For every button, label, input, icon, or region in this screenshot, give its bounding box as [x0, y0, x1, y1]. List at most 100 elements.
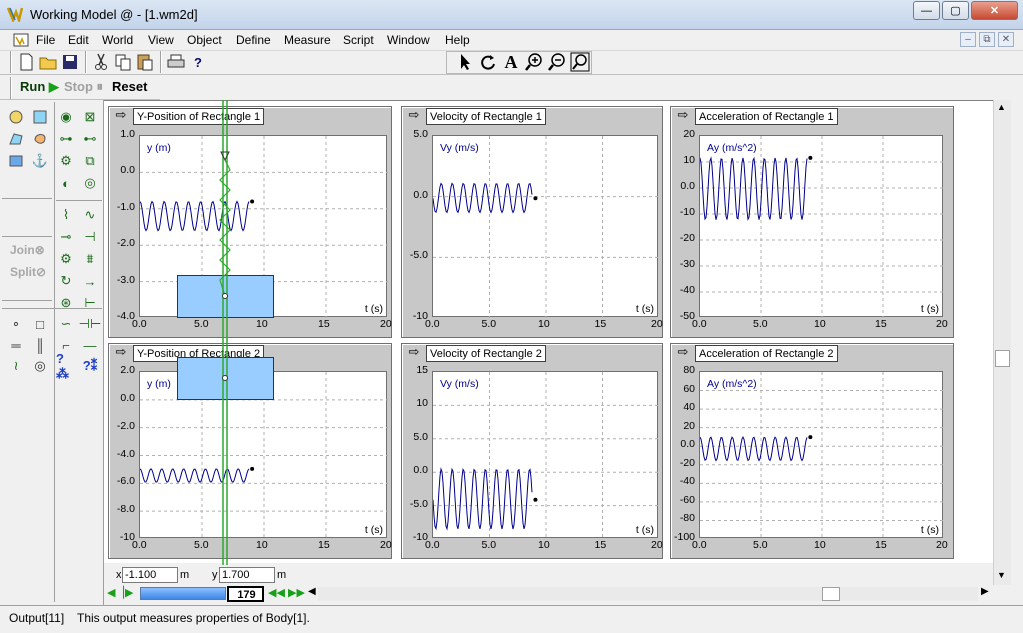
reset-button[interactable]: Reset [112, 79, 147, 94]
meter-arrow-icon[interactable]: ⇨ [112, 108, 130, 123]
polygon-tool-icon[interactable] [6, 130, 26, 148]
meter-arrow-icon[interactable]: ⇨ [674, 108, 692, 123]
mdi-close-button[interactable]: ✕ [998, 32, 1014, 47]
maximize-button[interactable]: ▢ [942, 1, 969, 20]
actuator-icon[interactable]: ⊛ [56, 294, 76, 312]
document-icon[interactable] [13, 33, 29, 47]
motor-joint-icon[interactable]: ◎ [80, 174, 100, 192]
scroll-up-icon[interactable]: ▲ [997, 102, 1006, 112]
rope-icon[interactable]: ⊸ [56, 228, 76, 246]
damper-icon[interactable]: ∿ [80, 206, 100, 224]
scroll-down-icon[interactable]: ▼ [997, 570, 1006, 580]
cut-icon[interactable] [89, 51, 113, 73]
point-element-icon[interactable]: ◉ [56, 108, 76, 126]
vertical-scrollbar[interactable]: ▲ ▼ [993, 100, 1011, 585]
wave-slot-icon[interactable]: ≀ [6, 357, 26, 375]
tape-forward-icon[interactable]: ▶▶ [288, 586, 305, 599]
zoom-fit-icon[interactable] [568, 51, 592, 73]
spring-elements[interactable] [210, 100, 240, 565]
meter-arrow-icon[interactable]: ⇨ [112, 345, 130, 360]
new-file-icon[interactable] [14, 51, 38, 73]
stop-button[interactable]: Stop ⏸ [64, 79, 103, 95]
arrow-pointer-icon[interactable] [453, 51, 477, 73]
x-tick-label: 10 [814, 318, 826, 330]
pin-joint-icon[interactable]: ⊶ [56, 130, 76, 148]
slot-joint-icon[interactable]: ⚙ [56, 152, 76, 170]
horizontal-scrollbar[interactable] [318, 587, 978, 601]
circle-tool-icon[interactable] [6, 108, 26, 126]
rectangle-tool-icon[interactable] [30, 108, 50, 126]
zoom-out-icon[interactable] [545, 51, 569, 73]
meter-panel[interactable]: ⇨ Velocity of Rectangle 2 Vy (m/s) t (s) 15 1… [401, 343, 663, 559]
tape-rewind-icon[interactable]: ◀◀ [268, 586, 285, 599]
keyed-slot-icon[interactable]: ⧉ [80, 152, 100, 170]
meter-arrow-icon[interactable]: ⇨ [405, 108, 423, 123]
menu-define[interactable]: Define [236, 33, 271, 47]
frame-counter[interactable]: 179 [227, 586, 264, 602]
menu-script[interactable]: Script [343, 33, 374, 47]
torque-icon[interactable]: ↻ [56, 272, 76, 290]
close-button[interactable]: ✕ [971, 1, 1018, 20]
text-tool-icon[interactable]: A [499, 51, 523, 73]
menu-measure[interactable]: Measure [284, 33, 331, 47]
save-icon[interactable] [58, 51, 82, 73]
curved-body-tool-icon[interactable] [30, 130, 50, 148]
rotate-icon[interactable] [476, 51, 500, 73]
hscroll-right-icon[interactable]: ▶ [981, 586, 989, 597]
help-icon[interactable]: ? [186, 51, 210, 73]
tape-progress[interactable] [140, 587, 226, 600]
separator-icon[interactable]: ⊣ [80, 228, 100, 246]
query-icon[interactable]: ?⁂ [56, 351, 76, 381]
curve-slot-icon[interactable]: ∽ [56, 315, 76, 333]
meter-arrow-icon[interactable]: ⇨ [405, 345, 423, 360]
meter-panel[interactable]: ⇨ Acceleration of Rectangle 1 Ay (m/s^2) t … [670, 106, 954, 338]
x-coordinate-field[interactable]: -1.100 [122, 567, 178, 583]
curved-slot-icon[interactable]: ◐ [56, 174, 76, 192]
anchor-tool-icon[interactable]: ⚓ [30, 152, 50, 170]
minimize-button[interactable]: — [913, 1, 940, 20]
square-point-icon[interactable]: ⊠ [80, 108, 100, 126]
tape-back-icon[interactable]: ◀▕ [107, 586, 124, 599]
rod-icon[interactable]: ⊣⊢ [79, 315, 102, 333]
menu-help[interactable]: Help [445, 33, 470, 47]
y-coordinate-field[interactable]: 1.700 [219, 567, 275, 583]
join-button[interactable]: Join⊗ [10, 243, 45, 257]
copy-icon[interactable] [111, 51, 135, 73]
x-tick-label: 0.0 [132, 318, 147, 330]
vertical-scroll-thumb[interactable] [995, 350, 1010, 367]
meter-panel[interactable]: ⇨ Acceleration of Rectangle 2 Ay (m/s^2) t … [670, 343, 954, 559]
force-icon[interactable]: → [80, 272, 100, 290]
ring-icon[interactable]: ◎ [30, 357, 50, 375]
linear-actuator-icon[interactable]: ⊢ [80, 294, 100, 312]
mdi-restore-button[interactable]: ⧉ [979, 32, 995, 47]
square-tool-icon[interactable] [6, 152, 26, 170]
open-folder-icon[interactable] [36, 51, 60, 73]
paste-icon[interactable] [133, 51, 157, 73]
print-icon[interactable] [164, 51, 188, 73]
horizontal-scroll-thumb[interactable] [822, 587, 840, 601]
split-button[interactable]: Split⊘ [10, 265, 46, 279]
square-pin-icon[interactable]: □ [30, 315, 50, 333]
meter-panel[interactable]: ⇨ Velocity of Rectangle 1 Vy (m/s) t (s) 5.0… [401, 106, 663, 338]
tape-play-icon[interactable]: ▶ [125, 586, 133, 599]
point-icon[interactable]: ∘ [6, 315, 26, 333]
menu-view[interactable]: View [148, 33, 174, 47]
gear-icon[interactable]: ⚙ [56, 250, 76, 268]
mdi-minimize-button[interactable]: – [960, 32, 976, 47]
pulley-icon[interactable]: ⩩ [80, 250, 100, 268]
menu-file[interactable]: File [36, 33, 55, 47]
meter-arrow-icon[interactable]: ⇨ [674, 345, 692, 360]
rigid-joint-icon[interactable]: ⊷ [80, 130, 100, 148]
menu-window[interactable]: Window [387, 33, 430, 47]
hscroll-left-icon[interactable]: ◀ [308, 586, 316, 597]
vertical-slot-icon[interactable]: ║ [30, 336, 50, 354]
horizontal-slot-icon[interactable]: ═ [6, 336, 26, 354]
run-button[interactable]: Run ▶ [20, 79, 59, 95]
line-icon[interactable]: — [80, 336, 100, 354]
query-meter-icon[interactable]: ?⁑ [80, 357, 100, 375]
menu-world[interactable]: World [102, 33, 133, 47]
spring-icon[interactable]: ⌇ [56, 206, 76, 224]
zoom-in-icon[interactable] [522, 51, 546, 73]
menu-object[interactable]: Object [187, 33, 222, 47]
menu-edit[interactable]: Edit [68, 33, 89, 47]
